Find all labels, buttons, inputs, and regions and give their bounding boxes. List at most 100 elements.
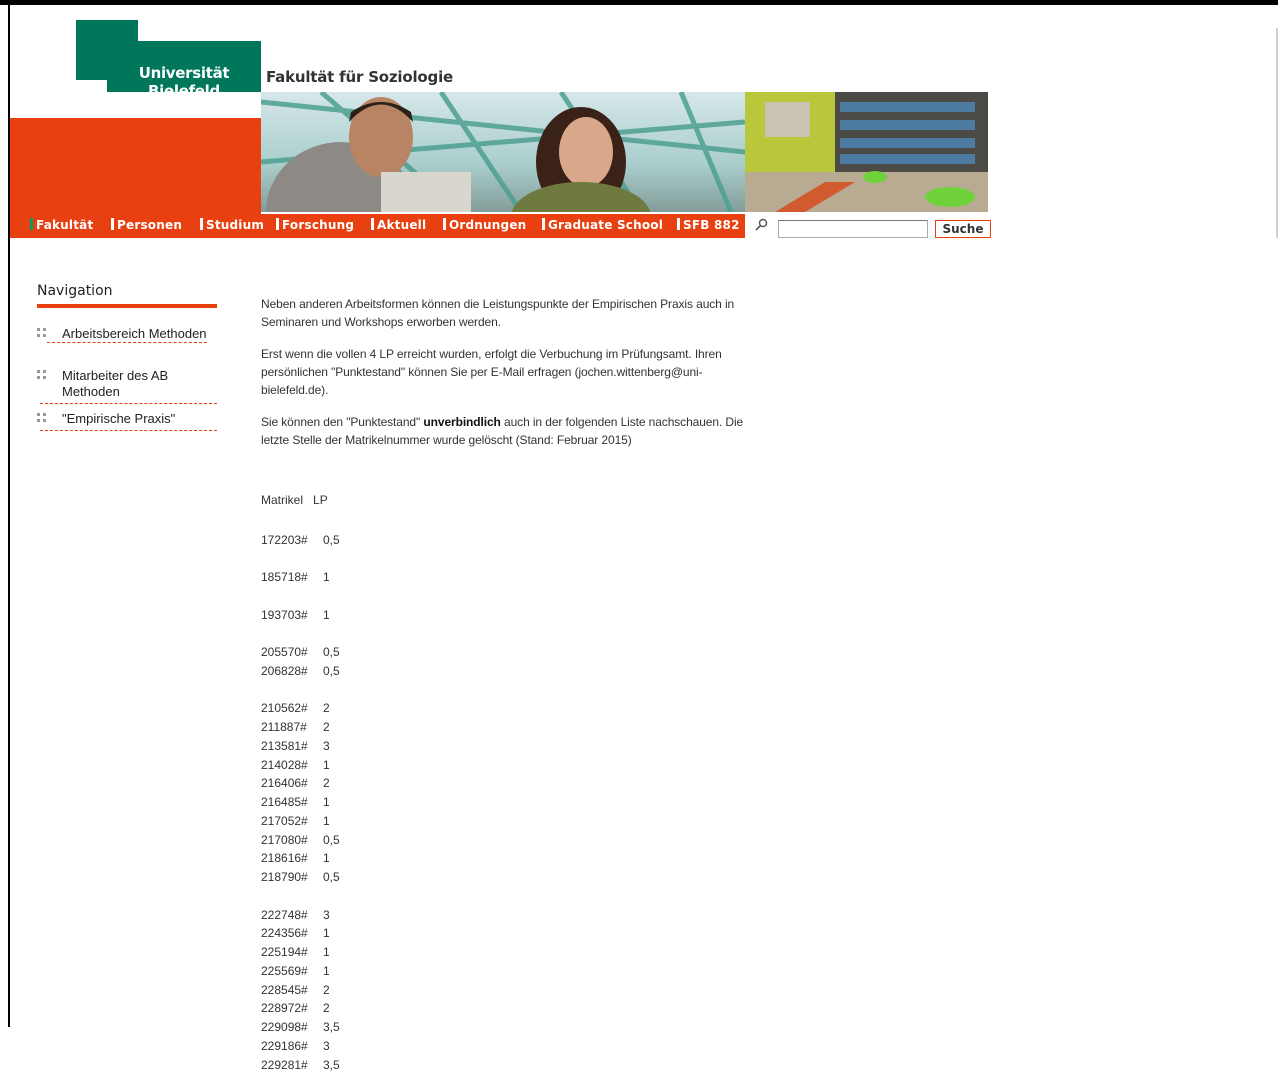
nav-item-forschung[interactable]: Forschung	[276, 218, 354, 232]
matrikel-cell: 225569#	[261, 963, 308, 978]
lp-cell: 1	[323, 851, 330, 866]
bullet-icon	[37, 328, 47, 338]
matrikel-cell: 205570#	[261, 645, 308, 659]
lp-cell: 0,5	[323, 645, 340, 659]
sidebar-item-label: "Empirische Praxis"	[62, 411, 176, 426]
matrikel-cell: 214028#	[261, 757, 308, 772]
intro-paragraph: Neben anderen Arbeitsformen können die L…	[261, 297, 735, 329]
nav-label: SFB 882	[683, 218, 740, 232]
list-info-paragraph: Sie können den "Punktestand" unverbindli…	[261, 413, 751, 449]
header-accent-block	[10, 118, 261, 214]
lp-cell: 2	[323, 982, 330, 997]
lp-cell: 0,5	[323, 832, 340, 847]
table-row: 225569# 1	[261, 962, 330, 980]
table-row: 216406# 2	[261, 774, 330, 792]
table-row: 211887# 2	[261, 718, 330, 736]
lp-cell: 0,5	[323, 532, 340, 547]
lp-cell: 0,5	[323, 663, 340, 678]
nav-marker	[677, 218, 680, 230]
nav-label: Fakultät	[36, 218, 94, 232]
column-header-matrikel: Matrikel	[261, 493, 304, 507]
lp-cell: 2	[323, 776, 330, 791]
matrikel-cell: 218616#	[261, 851, 308, 866]
nav-marker	[200, 218, 203, 230]
sidebar-item-empirische-praxis[interactable]: "Empirische Praxis"	[37, 411, 217, 433]
matrikel-cell: 224356#	[261, 926, 308, 941]
nav-item-fakultaet[interactable]: Fakultät	[30, 218, 93, 232]
matrikel-cell: 210562#	[261, 701, 308, 716]
table-row: 193703# 1	[261, 606, 330, 624]
matrikel-cell: 185718#	[261, 570, 308, 584]
search-input[interactable]	[778, 220, 928, 238]
nav-item-studium[interactable]: Studium	[200, 218, 264, 232]
main-nav: Fakultät Personen Studium Forschung Aktu…	[10, 214, 745, 238]
faculty-title[interactable]: Fakultät für Soziologie	[266, 68, 453, 86]
lp-cell: 3,5	[323, 1020, 340, 1034]
link-underline	[40, 403, 217, 404]
matrikel-cell: 228972#	[261, 1001, 308, 1016]
nav-item-personen[interactable]: Personen	[111, 218, 182, 232]
logo-notch	[76, 80, 107, 92]
nav-label: Forschung	[282, 218, 355, 232]
matrikel-cell: 218790#	[261, 870, 308, 884]
nav-marker	[371, 218, 374, 230]
lp-cell: 1	[323, 813, 330, 828]
sidebar-item-mitarbeiter[interactable]: Mitarbeiter des AB Methoden	[37, 368, 217, 406]
nav-label: Personen	[117, 218, 183, 232]
nav-marker	[542, 218, 545, 230]
matrikel-cell: 225194#	[261, 945, 308, 959]
search-icon	[755, 218, 768, 231]
matrikel-cell: 217052#	[261, 813, 308, 828]
table-row: 217052# 1	[261, 812, 330, 830]
lp-cell: 1	[323, 757, 330, 772]
table-row: 218790# 0,5	[261, 868, 340, 886]
sidebar-divider	[37, 304, 217, 308]
list-info-emphasis: unverbindlich	[423, 415, 501, 429]
lp-cell: 0,5	[323, 870, 340, 884]
window-top-border	[0, 0, 1278, 5]
matrikel-cell: 229186#	[261, 1038, 308, 1053]
table-row: 210562# 2	[261, 699, 330, 717]
nav-label: Aktuell	[377, 218, 427, 232]
lp-cell: 1	[323, 945, 330, 959]
table-row: 224356# 1	[261, 924, 330, 942]
booking-paragraph: Erst wenn die vollen 4 LP erreicht wurde…	[261, 347, 722, 397]
table-row: 228545# 2	[261, 981, 330, 999]
nav-label: Graduate School	[548, 218, 664, 232]
matrikel-cell: 228545#	[261, 982, 308, 997]
list-info-text-start: Sie können den "Punktestand"	[261, 415, 424, 429]
table-row: 213581# 3	[261, 737, 330, 755]
lp-cell: 1	[323, 795, 330, 809]
matrikel-cell: 229098#	[261, 1020, 308, 1034]
bullet-icon	[37, 370, 47, 380]
sidebar-title: Navigation	[37, 283, 113, 299]
matrikel-cell: 222748#	[261, 907, 308, 922]
link-underline	[40, 430, 217, 431]
table-row: 229186# 3	[261, 1037, 330, 1055]
nav-item-ordnungen[interactable]: Ordnungen	[443, 218, 526, 232]
nav-item-graduate-school[interactable]: Graduate School	[542, 218, 663, 232]
table-header: Matrikel LP	[261, 493, 328, 507]
table-row: 222748# 3	[261, 906, 330, 924]
lp-cell: 3	[323, 738, 330, 753]
logo-text: Universität Bielefeld	[138, 64, 230, 100]
matrikel-cell: 216485#	[261, 795, 308, 809]
lp-cell: 2	[323, 720, 330, 734]
matrikel-cell: 206828#	[261, 663, 308, 678]
table-row: 185718# 1	[261, 568, 330, 586]
table-row: 229281# 3,5	[261, 1056, 340, 1074]
matrikel-cell: 193703#	[261, 607, 308, 622]
nav-marker	[276, 218, 279, 230]
lp-cell: 1	[323, 963, 330, 978]
search-button[interactable]: Suche	[935, 220, 991, 238]
sidebar-item-arbeitsbereich-methoden[interactable]: Arbeitsbereich Methoden	[37, 326, 217, 346]
nav-item-aktuell[interactable]: Aktuell	[371, 218, 426, 232]
matrikel-cell: 216406#	[261, 776, 308, 791]
nav-marker	[111, 218, 114, 230]
column-header-lp: LP	[313, 493, 328, 507]
nav-item-sfb-882[interactable]: SFB 882	[677, 218, 740, 232]
lp-cell: 3	[323, 1038, 330, 1053]
lp-cell: 1	[323, 926, 330, 941]
table-row: 216485# 1	[261, 793, 330, 811]
table-row: 217080# 0,5	[261, 831, 340, 849]
